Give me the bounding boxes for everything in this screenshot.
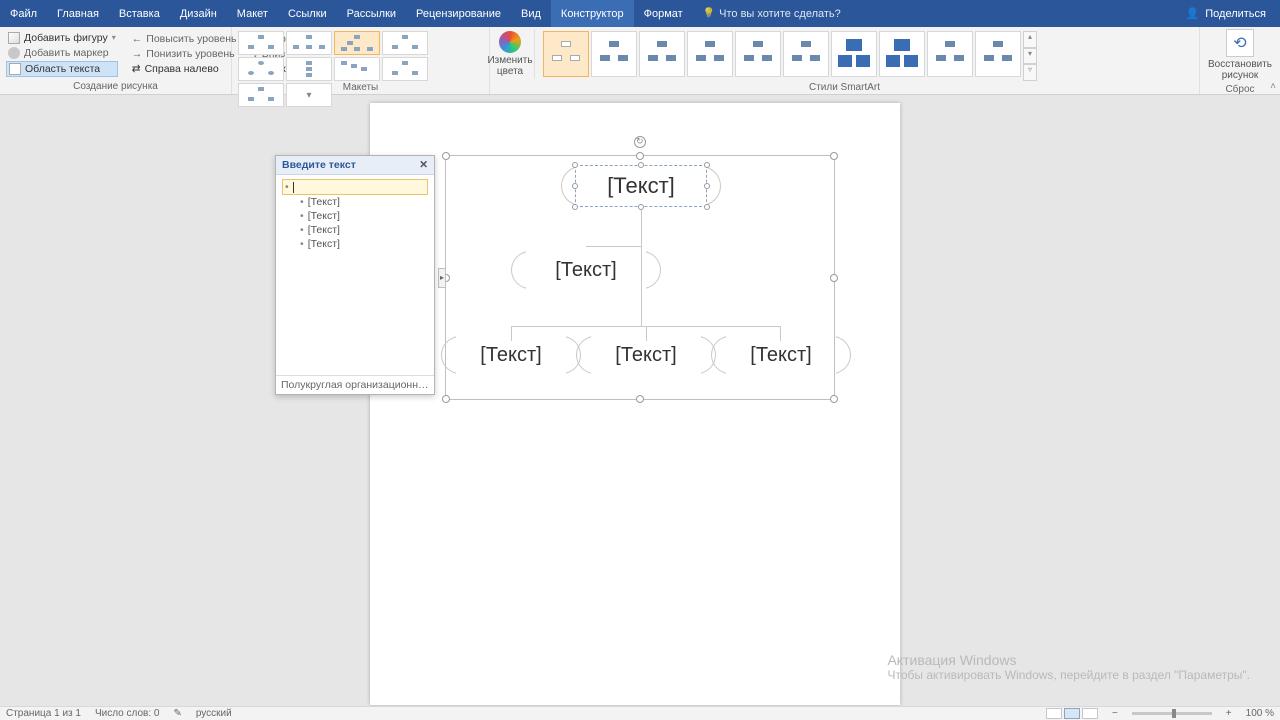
text-pane-close-icon[interactable]: ✕: [419, 159, 428, 171]
zoom-in-button[interactable]: +: [1226, 708, 1232, 719]
status-page[interactable]: Страница 1 из 1: [6, 708, 81, 719]
resize-handle-mr[interactable]: [830, 274, 838, 282]
reset-graphic-button[interactable]: ⟲ Восстановить рисунок: [1198, 27, 1280, 83]
resize-handle-tr[interactable]: [830, 152, 838, 160]
change-colors-button[interactable]: Изменить цвета: [490, 29, 530, 79]
status-language[interactable]: русский: [196, 708, 232, 719]
color-wheel-icon: [499, 31, 521, 53]
activation-watermark: Активация Windows Чтобы активировать Win…: [887, 652, 1250, 682]
text-pane-title: Введите текст ✕: [276, 156, 434, 175]
tab-references[interactable]: Ссылки: [278, 0, 337, 27]
smartart-node-child-1[interactable]: [Текст]: [456, 336, 566, 374]
document-area: ▸ [Текст] [Текст] [Текст] [Текст] [Текст…: [0, 95, 1280, 706]
styles-scroll-up[interactable]: ▴: [1023, 31, 1037, 48]
layout-option-2[interactable]: [286, 31, 332, 55]
layout-option-6[interactable]: [286, 57, 332, 81]
style-option-4[interactable]: [687, 31, 733, 77]
resize-handle-tc[interactable]: [636, 152, 644, 160]
reset-icon: ⟲: [1226, 29, 1254, 57]
zoom-slider[interactable]: [1132, 712, 1212, 715]
style-option-8[interactable]: [879, 31, 925, 77]
style-option-1-selected[interactable]: [543, 31, 589, 77]
resize-handle-bl[interactable]: [442, 395, 450, 403]
text-pane-toggle[interactable]: Область текста: [6, 61, 118, 77]
text-pane-expand-tab[interactable]: ▸: [438, 268, 446, 288]
layout-option-3-selected[interactable]: [334, 31, 380, 55]
style-option-7[interactable]: [831, 31, 877, 77]
collapse-ribbon-button[interactable]: ˄: [1270, 81, 1276, 92]
ribbon-tabs: Файл Главная Вставка Дизайн Макет Ссылки…: [0, 0, 1280, 27]
tell-me-search[interactable]: Что вы хотите сделать?: [693, 0, 851, 27]
view-web-layout[interactable]: [1082, 708, 1098, 719]
smartart-selection[interactable]: ▸ [Текст] [Текст] [Текст] [Текст] [Текст…: [445, 155, 835, 400]
tab-review[interactable]: Рецензирование: [406, 0, 511, 27]
share-button[interactable]: Поделиться: [1172, 0, 1280, 27]
style-option-5[interactable]: [735, 31, 781, 77]
style-option-2[interactable]: [591, 31, 637, 77]
smartart-node-child-2[interactable]: [Текст]: [591, 336, 701, 374]
tab-format[interactable]: Формат: [634, 0, 693, 27]
tab-file[interactable]: Файл: [0, 0, 47, 27]
group-label-styles: Стили SmartArt: [490, 81, 1199, 95]
smartart-text-pane[interactable]: Введите текст ✕ [Текст] [Текст] [Текст] …: [275, 155, 435, 395]
group-create-graphic: Добавить фигуру Добавить маркер Область …: [0, 27, 232, 94]
zoom-level[interactable]: 100 %: [1246, 708, 1274, 719]
view-mode-buttons: [1046, 708, 1098, 719]
resize-handle-tl[interactable]: [442, 152, 450, 160]
layout-option-1[interactable]: [238, 31, 284, 55]
tab-design[interactable]: Дизайн: [170, 0, 227, 27]
text-pane-item-0[interactable]: [282, 179, 428, 195]
tab-view[interactable]: Вид: [511, 0, 551, 27]
text-pane-item-1[interactable]: [Текст]: [282, 195, 428, 209]
status-bar: Страница 1 из 1 Число слов: 0 ✎ русский …: [0, 706, 1280, 720]
ribbon: Добавить фигуру Добавить маркер Область …: [0, 27, 1280, 95]
smartart-node-child-3[interactable]: [Текст]: [726, 336, 836, 374]
tab-insert[interactable]: Вставка: [109, 0, 170, 27]
rotate-handle[interactable]: [634, 136, 646, 148]
demote-button: → Понизить уровень: [130, 47, 239, 61]
rtl-button[interactable]: ⇄ Справа налево: [130, 62, 239, 76]
group-layouts: ▾ Макеты: [232, 27, 490, 94]
tab-home[interactable]: Главная: [47, 0, 109, 27]
group-reset: ⟲ Восстановить рисунок Сброс: [1200, 27, 1280, 94]
smartart-node-assistant[interactable]: [Текст]: [526, 251, 646, 289]
resize-handle-bc[interactable]: [636, 395, 644, 403]
promote-button: ← Повысить уровень: [130, 32, 239, 46]
resize-handle-br[interactable]: [830, 395, 838, 403]
tab-layout[interactable]: Макет: [227, 0, 278, 27]
layout-option-5[interactable]: [238, 57, 284, 81]
text-pane-item-2[interactable]: [Текст]: [282, 209, 428, 223]
style-option-10[interactable]: [975, 31, 1021, 77]
style-option-3[interactable]: [639, 31, 685, 77]
styles-scroll-down[interactable]: ▾: [1023, 48, 1037, 65]
tab-mailings[interactable]: Рассылки: [337, 0, 406, 27]
layout-option-8[interactable]: [382, 57, 428, 81]
text-pane-item-4[interactable]: [Текст]: [282, 237, 428, 251]
zoom-out-button[interactable]: −: [1112, 708, 1118, 719]
add-bullet-button: Добавить маркер: [6, 46, 118, 60]
add-shape-button[interactable]: Добавить фигуру: [6, 31, 118, 45]
style-option-9[interactable]: [927, 31, 973, 77]
style-option-6[interactable]: [783, 31, 829, 77]
status-word-count[interactable]: Число слов: 0: [95, 708, 159, 719]
view-print-layout[interactable]: [1064, 708, 1080, 719]
view-read-mode[interactable]: [1046, 708, 1062, 719]
styles-more[interactable]: ▿: [1023, 64, 1037, 81]
smartart-node-root[interactable]: [Текст]: [576, 166, 706, 206]
status-spellcheck-icon[interactable]: ✎: [173, 708, 181, 719]
text-pane-item-3[interactable]: [Текст]: [282, 223, 428, 237]
group-label-create: Создание рисунка: [0, 80, 231, 94]
tab-constructor[interactable]: Конструктор: [551, 0, 634, 27]
layout-option-7[interactable]: [334, 57, 380, 81]
group-styles: Изменить цвета ▴ ▾ ▿ Стил: [490, 27, 1200, 94]
layout-option-4[interactable]: [382, 31, 428, 55]
text-pane-footer: Полукруглая организационная диагр...: [276, 375, 434, 394]
